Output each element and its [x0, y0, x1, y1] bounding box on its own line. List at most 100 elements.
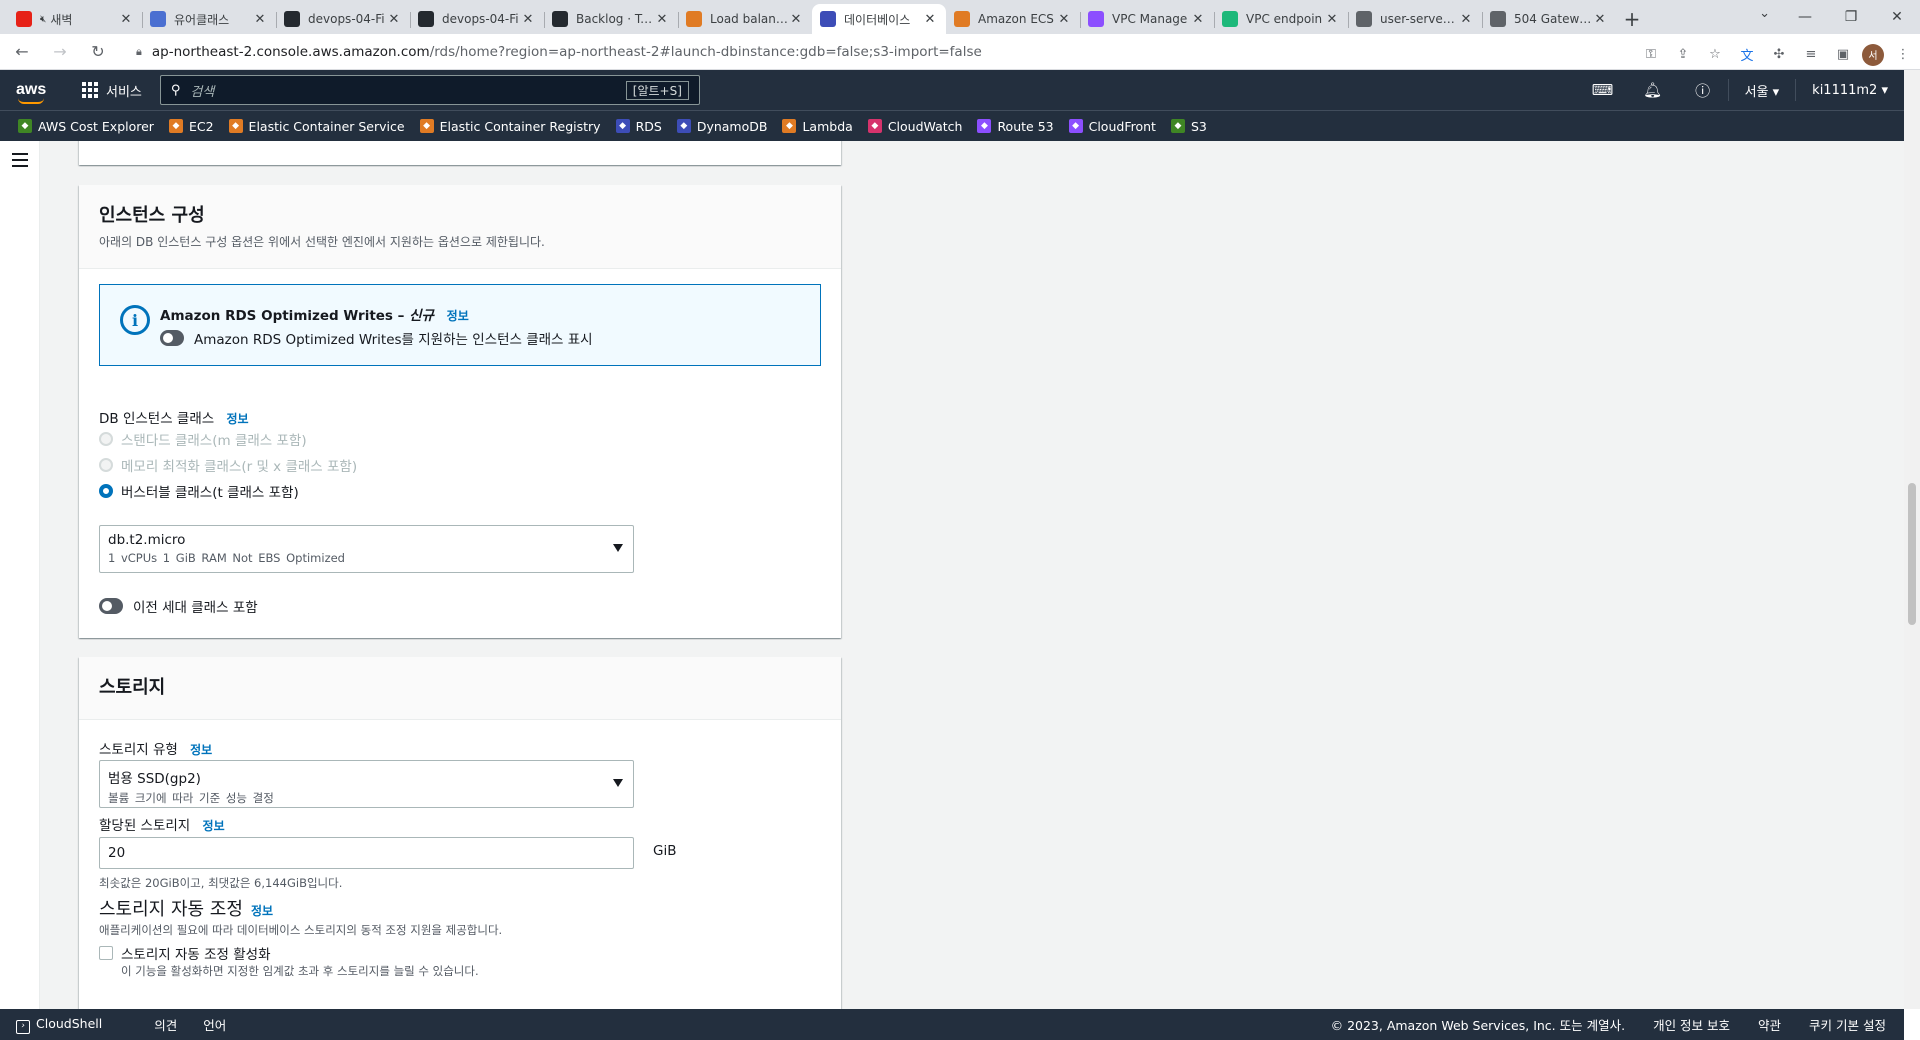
tab-close-icon[interactable]: ✕ [788, 12, 804, 27]
radio-standard-class[interactable]: 스탠다드 클래스(m 클래스 포함) [99, 429, 307, 449]
autoscale-info-link[interactable]: 정보 [251, 902, 273, 919]
region-selector[interactable]: 서울 ▾ [1729, 81, 1796, 100]
terms-link[interactable]: 약관 [1758, 1015, 1781, 1034]
side-panel-icon[interactable]: ▣ [1830, 42, 1856, 68]
translate-icon[interactable]: 文 [1734, 42, 1760, 68]
favorite-link[interactable]: ◆ EC2 [168, 119, 214, 134]
tab-title: user-server-a [1380, 12, 1458, 26]
browser-tab[interactable]: 🔇︎ 새벽 ✕ [8, 4, 142, 34]
instance-class-select[interactable]: db.t2.micro 1 vCPUs 1 GiB RAM Not EBS Op… [99, 525, 634, 573]
minimize-icon[interactable]: — [1782, 0, 1828, 34]
prev-gen-toggle[interactable] [99, 598, 123, 614]
reading-list-icon[interactable]: ≡ [1798, 42, 1824, 68]
url-input[interactable]: 🔒︎ ap-northeast-2.console.aws.amazon.com… [126, 38, 1916, 66]
menu-icon[interactable]: ⋮ [1890, 42, 1916, 68]
search-icon: ⚲ [170, 82, 181, 98]
tab-close-icon[interactable]: ✕ [1190, 12, 1206, 27]
storage-type-info-link[interactable]: 정보 [190, 743, 212, 757]
tab-favicon-icon [284, 11, 300, 27]
cloudshell-icon[interactable]: ⌨ [1578, 81, 1628, 99]
favorite-link[interactable]: ◆ DynamoDB [676, 118, 768, 134]
db-class-info-link[interactable]: 정보 [226, 412, 248, 426]
favorite-link[interactable]: ◆ RDS [615, 119, 662, 134]
allocated-storage-info-link[interactable]: 정보 [203, 819, 225, 833]
profile-avatar[interactable]: 서 [1862, 43, 1884, 66]
close-window-icon[interactable]: ✕ [1874, 0, 1920, 34]
new-tab-icon[interactable]: + [1616, 4, 1648, 34]
account-menu[interactable]: ki1111m2 ▾ [1796, 83, 1904, 98]
browser-tab[interactable]: Amazon ECS ✕ [946, 4, 1080, 34]
aws-logo[interactable]: aws [16, 82, 60, 104]
tab-close-icon[interactable]: ✕ [118, 12, 134, 27]
hamburger-menu-icon[interactable] [12, 153, 28, 171]
radio-button[interactable] [99, 432, 113, 446]
tab-close-icon[interactable]: ✕ [922, 12, 938, 27]
radio-button-checked[interactable] [99, 484, 113, 498]
favorite-link[interactable]: ◆ Route 53 [977, 119, 1054, 134]
autoscale-checkbox[interactable] [99, 946, 113, 960]
radio-button[interactable] [99, 458, 113, 472]
tab-close-icon[interactable]: ✕ [1056, 12, 1072, 27]
optimized-writes-toggle[interactable] [160, 330, 184, 346]
privacy-link[interactable]: 개인 정보 보호 [1653, 1015, 1730, 1034]
tab-close-icon[interactable]: ✕ [520, 12, 536, 27]
feedback-link[interactable]: 의견 [154, 1015, 177, 1034]
browser-tab[interactable]: devops-04-Fi ✕ [410, 4, 544, 34]
maximize-icon[interactable]: ❐ [1828, 0, 1874, 34]
reload-icon[interactable]: ↻ [82, 38, 114, 66]
favorite-link[interactable]: ◆ AWS Cost Explorer [18, 119, 154, 134]
help-icon[interactable]: ⓘ [1678, 80, 1728, 101]
favorite-label: DynamoDB [696, 118, 768, 134]
tab-close-icon[interactable]: ✕ [1324, 12, 1340, 27]
nav-right-group: ⌨ 🔔︎ ⓘ 서울 ▾ ki1111m2 ▾ [1578, 70, 1904, 110]
browser-tab[interactable]: 504 Gateway ✕ [1482, 4, 1616, 34]
instance-config-title: 인스턴스 구성 [99, 205, 205, 226]
browser-tab[interactable]: user-server-a ✕ [1348, 4, 1482, 34]
terminal-icon: › [16, 1019, 30, 1034]
tab-close-icon[interactable]: ✕ [252, 12, 268, 27]
tab-close-icon[interactable]: ✕ [1592, 12, 1608, 27]
favorite-link[interactable]: ◆ Elastic Container Service [228, 119, 405, 134]
key-icon[interactable]: ⚿ [1638, 42, 1664, 68]
alert-info-link[interactable]: 정보 [447, 309, 469, 323]
services-menu-button[interactable]: 서비스 [82, 81, 142, 100]
aws-search-input[interactable]: ⚲ 검색 [알트+S] [159, 75, 700, 105]
radio-memory-optimized-class[interactable]: 메모리 최적화 클래스(r 및 x 클래스 포함) [99, 455, 357, 475]
service-icon: ◆ [615, 119, 630, 133]
share-icon[interactable]: ⇪ [1670, 42, 1696, 68]
scrollbar-thumb[interactable] [1908, 483, 1916, 625]
favorite-link[interactable]: ◆ S3 [1170, 119, 1207, 134]
page-scrollbar[interactable] [1904, 70, 1920, 1009]
browser-tab[interactable]: devops-04-Fi ✕ [276, 4, 410, 34]
radio-burstable-class[interactable]: 버스터블 클래스(t 클래스 포함) [99, 481, 299, 501]
star-icon[interactable]: ☆ [1702, 42, 1728, 68]
browser-tab[interactable]: Load balance ✕ [678, 4, 812, 34]
forward-icon[interactable]: → [44, 38, 76, 66]
browser-tab[interactable]: Backlog · Tea ✕ [544, 4, 678, 34]
language-link[interactable]: 언어 [203, 1015, 226, 1034]
service-icon: ◆ [977, 119, 992, 133]
tab-close-icon[interactable]: ✕ [1458, 12, 1474, 27]
mute-icon[interactable]: 🔇︎ [40, 14, 46, 25]
tab-search-icon[interactable]: ⌄ [1759, 6, 1770, 21]
cookie-prefs-link[interactable]: 쿠키 기본 설정 [1809, 1015, 1886, 1034]
alert-title: Amazon RDS Optimized Writes – 신규 정보 [160, 304, 469, 324]
browser-tab[interactable]: VPC endpoin ✕ [1214, 4, 1348, 34]
storage-type-select[interactable]: 범용 SSD(gp2) 볼륨 크기에 따라 기준 성능 결정 [99, 760, 634, 808]
lock-icon[interactable]: 🔒︎ [136, 45, 142, 59]
browser-tab[interactable]: VPC Manage ✕ [1080, 4, 1214, 34]
favorite-link[interactable]: ◆ Elastic Container Registry [419, 119, 601, 134]
allocated-storage-input[interactable]: 20 [99, 837, 634, 869]
tab-close-icon[interactable]: ✕ [654, 12, 670, 27]
browser-tab[interactable]: 유어클래스 ✕ [142, 4, 276, 34]
favorite-link[interactable]: ◆ CloudWatch [867, 119, 962, 134]
cloudshell-button[interactable]: › CloudShell [16, 1016, 128, 1034]
extensions-icon[interactable]: ✣ [1766, 42, 1792, 68]
back-icon[interactable]: ← [6, 38, 38, 66]
autoscale-description: 애플리케이션의 필요에 따라 데이터베이스 스토리지의 동적 조정 지원을 제공… [99, 923, 503, 937]
tab-close-icon[interactable]: ✕ [386, 12, 402, 27]
notifications-icon[interactable]: 🔔︎ [1628, 81, 1678, 99]
browser-tab[interactable]: 데이터베이스 ✕ [812, 4, 946, 34]
favorite-link[interactable]: ◆ Lambda [782, 119, 853, 134]
favorite-link[interactable]: ◆ CloudFront [1068, 119, 1156, 134]
